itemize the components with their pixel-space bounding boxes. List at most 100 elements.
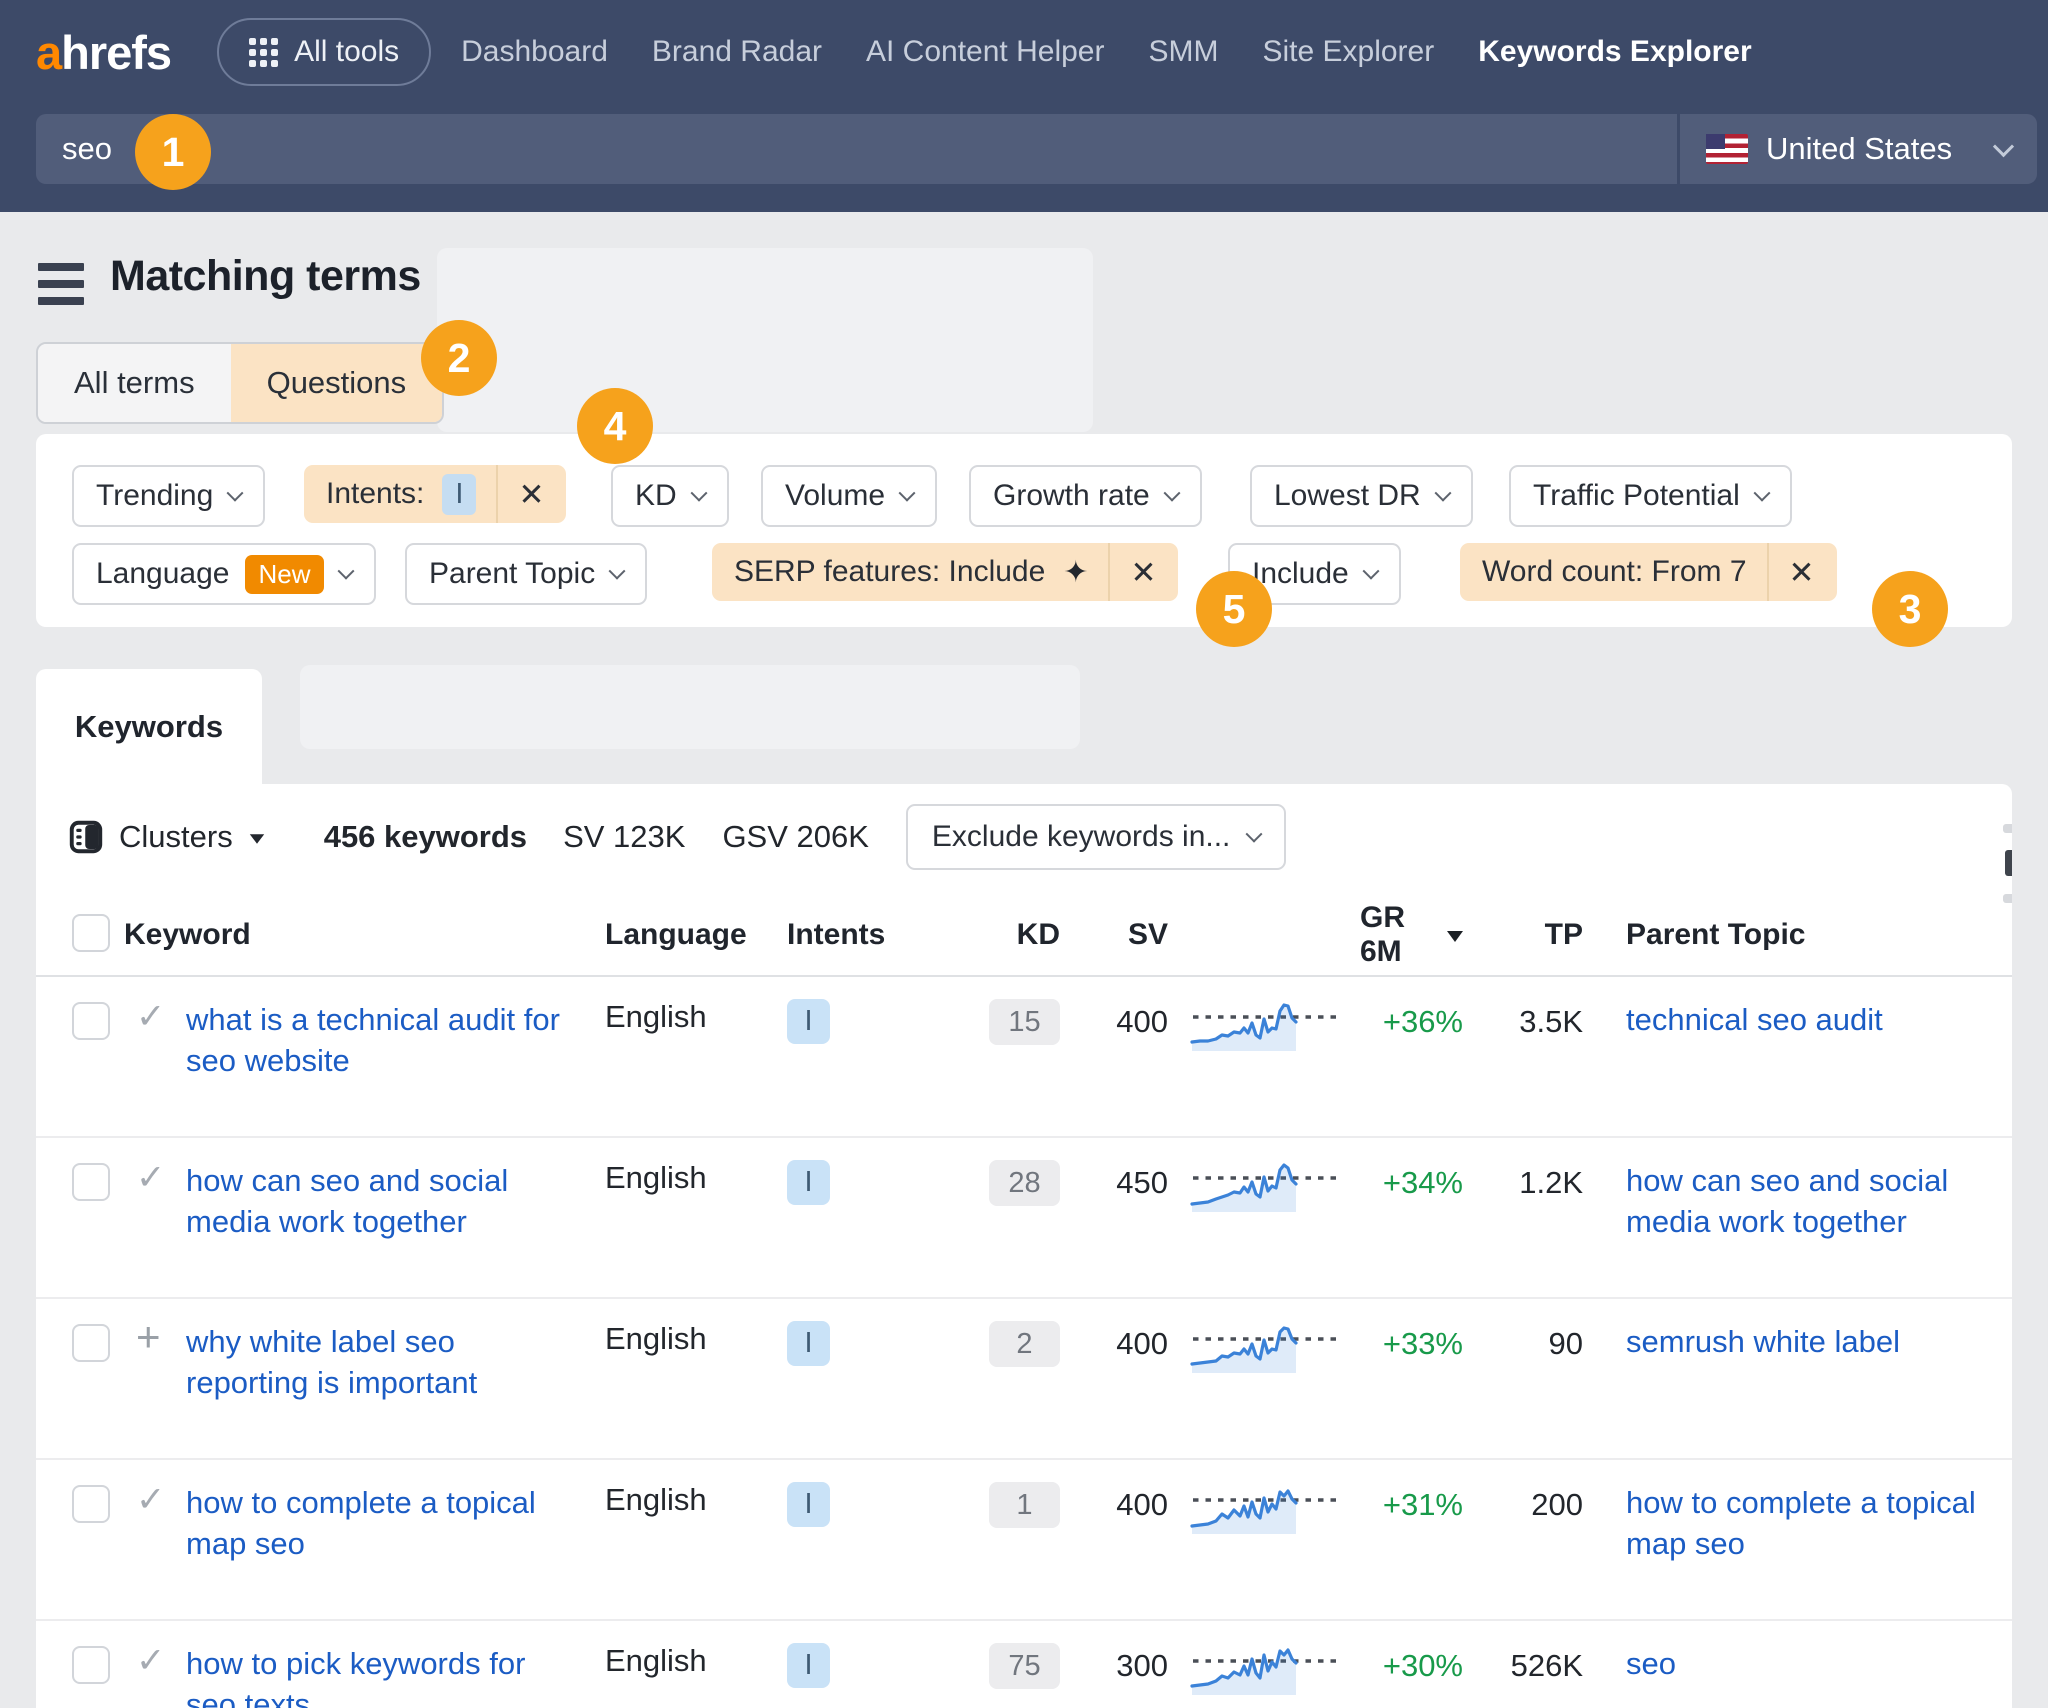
nav-item-keywords-explorer[interactable]: Keywords Explorer (1478, 35, 1751, 69)
keyword-link[interactable]: how to pick keywords for seo texts (186, 1643, 571, 1708)
filter-serp-features-active[interactable]: SERP features: Include ✦ ✕ (712, 543, 1178, 601)
keywords-table: Keyword Language Intents KD SV GR 6M TP … (36, 895, 2012, 1708)
remove-word-count-filter-icon[interactable]: ✕ (1789, 557, 1815, 588)
parent-topic-link[interactable]: how to complete a topical map seo (1626, 1482, 1976, 1564)
all-tools-button[interactable]: All tools (217, 18, 431, 86)
filter-word-count-active[interactable]: Word count: From 7 ✕ (1460, 543, 1837, 601)
intent-badge[interactable]: I (787, 1321, 830, 1366)
ahrefs-logo[interactable]: ahrefs (36, 29, 171, 76)
chevron-down-icon (1434, 485, 1451, 502)
filter-parent-topic[interactable]: Parent Topic (405, 543, 647, 605)
chip-divider (496, 465, 498, 523)
intent-badge[interactable]: I (787, 1160, 830, 1205)
search-query: seo (62, 131, 112, 167)
annotation-badge-3: 3 (1872, 571, 1948, 647)
chevron-down-icon (899, 485, 916, 502)
table-row: ✓ how to complete a topical map seo Engl… (36, 1460, 2012, 1621)
keyword-link[interactable]: what is a technical audit for seo websit… (186, 999, 571, 1081)
sv-cell: 400 (1074, 1321, 1180, 1366)
filter-traffic-potential[interactable]: Traffic Potential (1509, 465, 1792, 527)
intent-badge[interactable]: I (787, 1643, 830, 1688)
parent-topic-link[interactable]: how can seo and social media work togeth… (1626, 1160, 1976, 1242)
keyword-link[interactable]: why white label seo reporting is importa… (186, 1321, 571, 1403)
parent-topic-link[interactable]: semrush white label (1626, 1321, 1900, 1362)
traffic-potential-cell: 526K (1470, 1643, 1596, 1688)
col-header-keyword[interactable]: Keyword (124, 918, 590, 952)
trend-sparkline (1190, 1482, 1350, 1542)
ghost-panel (300, 665, 1080, 749)
exclude-keywords-button[interactable]: Exclude keywords in... (906, 804, 1286, 870)
clusters-dropdown[interactable]: Clusters (68, 819, 266, 855)
col-header-parent-topic[interactable]: Parent Topic (1596, 918, 1976, 952)
logo-a: a (36, 26, 61, 79)
cutoff-control[interactable] (2005, 850, 2012, 876)
sv-cell: 300 (1074, 1643, 1180, 1688)
keyword-status-icon: ✓ (124, 1641, 186, 1681)
row-checkbox[interactable] (72, 1324, 110, 1362)
col-header-sv[interactable]: SV (1074, 918, 1180, 952)
new-badge: New (245, 555, 323, 594)
country-selector[interactable]: United States (1680, 114, 2037, 184)
traffic-potential-cell: 1.2K (1470, 1160, 1596, 1205)
intent-badge[interactable]: I (787, 999, 830, 1044)
hamburger-menu-icon[interactable] (38, 263, 84, 305)
nav-item-site-explorer[interactable]: Site Explorer (1262, 35, 1434, 69)
col-header-intents[interactable]: Intents (770, 918, 990, 952)
parent-topic-link[interactable]: seo (1626, 1643, 1676, 1684)
us-flag-icon (1706, 134, 1748, 164)
tab-questions[interactable]: Questions (231, 344, 443, 422)
col-header-tp[interactable]: TP (1470, 918, 1596, 952)
main-nav: Dashboard Brand Radar AI Content Helper … (461, 35, 1752, 69)
sort-desc-icon (1447, 931, 1463, 942)
filter-kd[interactable]: KD (611, 465, 729, 527)
col-header-language[interactable]: Language (590, 918, 770, 952)
keyword-link[interactable]: how can seo and social media work togeth… (186, 1160, 571, 1242)
row-checkbox[interactable] (72, 1485, 110, 1523)
sv-total: SV 123K (563, 819, 685, 855)
filter-lowest-dr[interactable]: Lowest DR (1250, 465, 1473, 527)
row-checkbox[interactable] (72, 1163, 110, 1201)
trend-sparkline (1190, 1643, 1350, 1703)
table-header-row: Keyword Language Intents KD SV GR 6M TP … (36, 895, 2012, 977)
nav-item-ai-content-helper[interactable]: AI Content Helper (866, 35, 1104, 69)
chevron-down-icon (1753, 485, 1770, 502)
traffic-potential-cell: 200 (1470, 1482, 1596, 1527)
parent-topic-link[interactable]: technical seo audit (1626, 999, 1883, 1040)
keywords-explorer-screen: ahrefs All tools Dashboard Brand Radar A… (0, 0, 2048, 1708)
kd-badge: 2 (989, 1321, 1060, 1367)
language-cell: English (590, 1321, 770, 1357)
row-checkbox[interactable] (72, 1646, 110, 1684)
kd-badge: 28 (989, 1160, 1060, 1206)
remove-serp-filter-icon[interactable]: ✕ (1130, 557, 1156, 588)
filter-trending[interactable]: Trending (72, 465, 265, 527)
nav-item-smm[interactable]: SMM (1148, 35, 1218, 69)
traffic-potential-cell: 90 (1470, 1321, 1596, 1366)
filter-volume[interactable]: Volume (761, 465, 937, 527)
filter-language[interactable]: LanguageNew (72, 543, 376, 605)
chevron-down-icon (690, 485, 707, 502)
chevron-down-icon (337, 563, 354, 580)
annotation-badge-5: 5 (1196, 571, 1272, 647)
remove-intents-filter-icon[interactable]: ✕ (518, 479, 544, 510)
intent-badge[interactable]: I (787, 1482, 830, 1527)
chevron-down-icon (1163, 485, 1180, 502)
nav-item-dashboard[interactable]: Dashboard (461, 35, 608, 69)
filter-intents-active[interactable]: Intents: I ✕ (304, 465, 566, 523)
tab-keywords[interactable]: Keywords (36, 669, 262, 784)
col-header-kd[interactable]: KD (990, 918, 1074, 952)
trend-sparkline (1190, 1160, 1350, 1220)
keyword-search-bar: seo United States (36, 114, 2037, 184)
tab-all-terms[interactable]: All terms (38, 344, 231, 422)
chevron-down-icon (1246, 826, 1263, 843)
filter-growth-rate[interactable]: Growth rate (969, 465, 1202, 527)
col-header-gr-6m[interactable]: GR 6M (1360, 901, 1470, 969)
keyword-link[interactable]: how to complete a topical map seo (186, 1482, 571, 1564)
annotation-badge-2: 2 (421, 320, 497, 396)
clusters-label: Clusters (119, 819, 233, 855)
nav-item-brand-radar[interactable]: Brand Radar (652, 35, 822, 69)
search-input[interactable]: seo (36, 114, 1677, 184)
row-checkbox[interactable] (72, 1002, 110, 1040)
select-all-checkbox[interactable] (72, 914, 110, 952)
keyword-status-icon: ✓ (124, 1158, 186, 1198)
top-navigation: ahrefs All tools Dashboard Brand Radar A… (36, 0, 2028, 104)
